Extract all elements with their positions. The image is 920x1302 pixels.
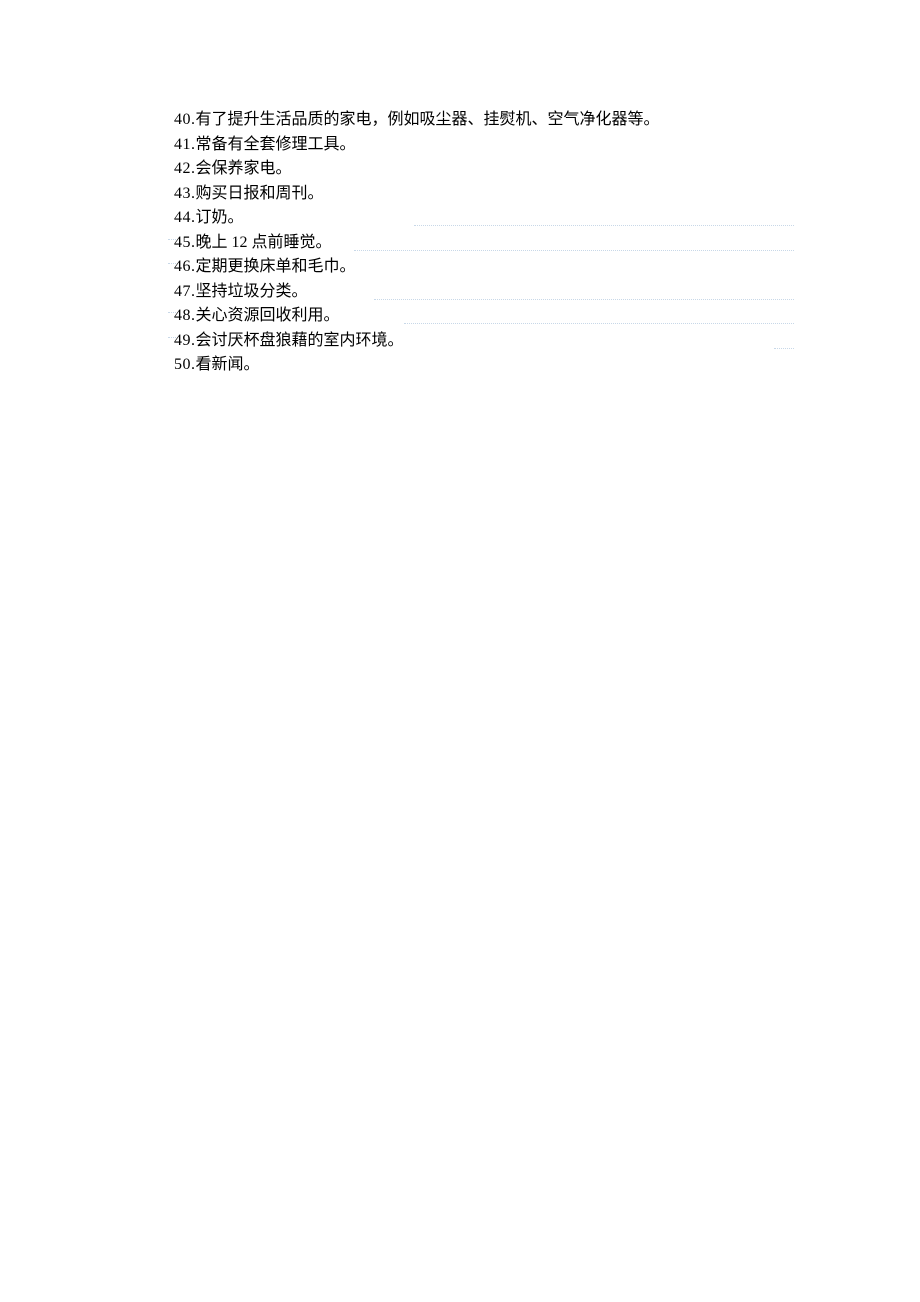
list-item: 42.会保养家电。	[174, 157, 794, 182]
item-text: 看新闻。	[196, 356, 260, 373]
item-number: 42.	[174, 160, 196, 177]
item-number: 45.	[174, 234, 196, 251]
dotted-underline	[404, 323, 794, 324]
item-number: 44.	[174, 209, 196, 226]
list-item: 50.看新闻。	[174, 353, 794, 378]
document-content: 40.有了提升生活品质的家电，例如吸尘器、挂熨机、空气净化器等。 41.常备有全…	[174, 108, 794, 378]
item-number: 46.	[174, 258, 196, 275]
dotted-underline	[168, 263, 176, 264]
list-item: 49.会讨厌杯盘狼藉的室内环境。	[174, 329, 794, 354]
item-text: 订奶。	[196, 209, 244, 226]
dotted-underline	[168, 312, 176, 313]
item-number: 50.	[174, 356, 196, 373]
item-text: 购买日报和周刊。	[196, 185, 324, 202]
item-number: 49.	[174, 332, 196, 349]
dotted-underline	[168, 337, 176, 338]
list-item: 44.订奶。	[174, 206, 794, 231]
dotted-underline	[774, 348, 794, 349]
item-text: 常备有全套修理工具。	[196, 136, 356, 153]
list-item: 41.常备有全套修理工具。	[174, 133, 794, 158]
dotted-underline	[168, 239, 176, 240]
item-text: 会讨厌杯盘狼藉的室内环境。	[196, 332, 404, 349]
list-item: 40.有了提升生活品质的家电，例如吸尘器、挂熨机、空气净化器等。	[174, 108, 794, 133]
dotted-underline	[374, 299, 794, 300]
list-item: 48.关心资源回收利用。	[174, 304, 794, 329]
item-text: 晚上 12 点前睡觉。	[196, 234, 332, 251]
item-number: 43.	[174, 185, 196, 202]
item-number: 40.	[174, 111, 196, 128]
list-item: 46.定期更换床单和毛巾。	[174, 255, 794, 280]
item-text: 定期更换床单和毛巾。	[196, 258, 356, 275]
list-item: 45.晚上 12 点前睡觉。	[174, 231, 794, 256]
item-text: 会保养家电。	[196, 160, 292, 177]
list-item: 43.购买日报和周刊。	[174, 182, 794, 207]
dotted-underline	[414, 225, 794, 226]
item-number: 47.	[174, 283, 196, 300]
dotted-underline	[354, 250, 794, 251]
list-item: 47.坚持垃圾分类。	[174, 280, 794, 305]
item-number: 48.	[174, 307, 196, 324]
item-text: 有了提升生活品质的家电，例如吸尘器、挂熨机、空气净化器等。	[196, 111, 660, 128]
item-text: 坚持垃圾分类。	[196, 283, 308, 300]
item-number: 41.	[174, 136, 196, 153]
item-text: 关心资源回收利用。	[196, 307, 340, 324]
